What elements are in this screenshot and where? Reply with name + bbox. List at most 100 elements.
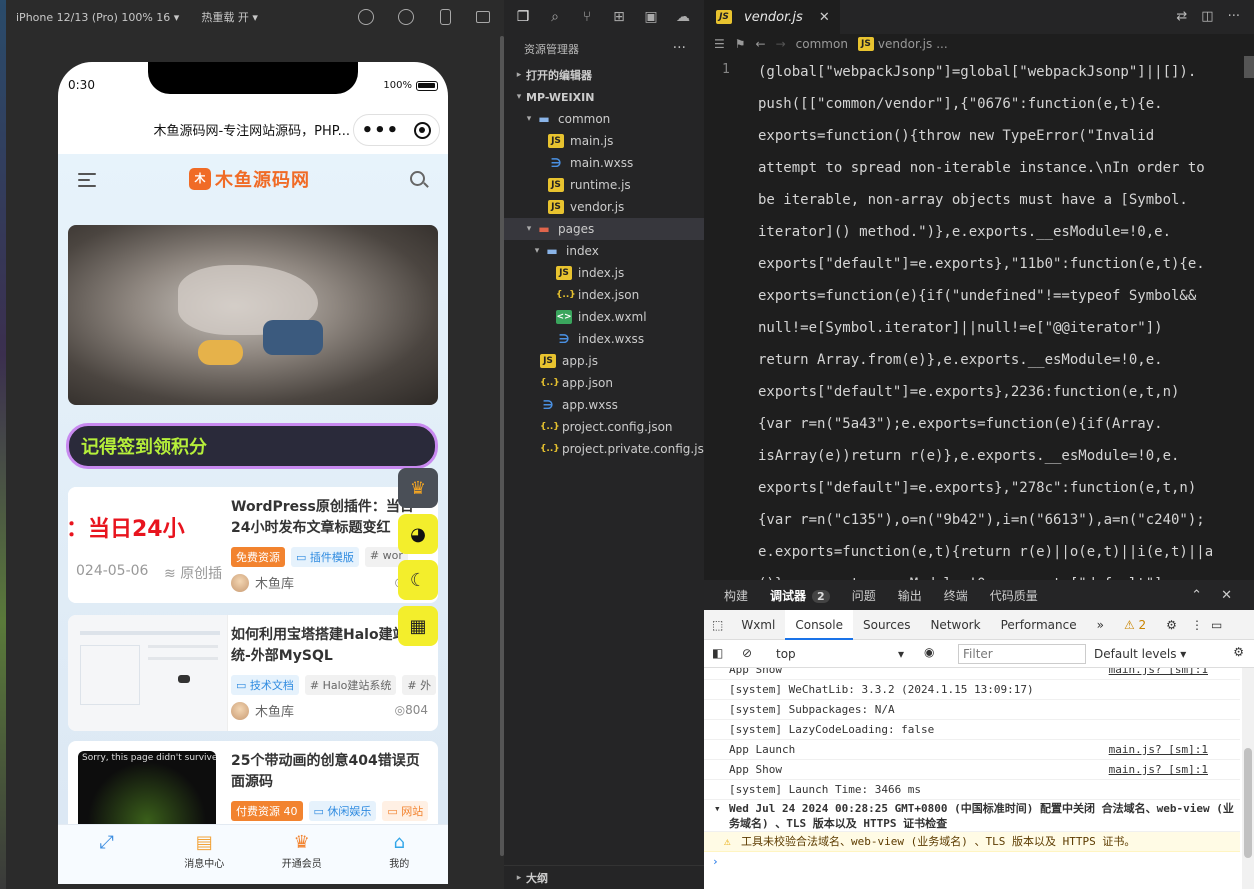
- breadcrumb-file[interactable]: vendor.js: [878, 37, 932, 51]
- search-icon[interactable]: ⌕: [546, 9, 564, 25]
- phone-icon[interactable]: [440, 9, 451, 25]
- close-panel-icon[interactable]: ✕: [1221, 588, 1232, 603]
- explorer-icon[interactable]: ❐: [514, 9, 532, 25]
- tree-file[interactable]: ∋ main.wxss: [504, 152, 704, 174]
- tab-code-quality[interactable]: 代码质量: [990, 587, 1038, 604]
- tab-problems[interactable]: 问题: [852, 587, 876, 604]
- source-link[interactable]: main.js? [sm]:1: [1109, 668, 1208, 675]
- extensions-icon[interactable]: ⊞: [610, 9, 628, 25]
- window-icon[interactable]: [476, 11, 490, 23]
- dock-icon[interactable]: ▭: [1207, 610, 1226, 640]
- inspect-element-icon[interactable]: ⬚: [704, 610, 731, 640]
- tree-file[interactable]: JS vendor.js: [504, 196, 704, 218]
- tab-share[interactable]: ⤢: [72, 831, 142, 855]
- post-card[interactable]: 如何利用宝塔搭建Halo建站系统-外部MySQL ▭ 技术文档 # Halo建站…: [68, 615, 438, 731]
- back-icon[interactable]: ←: [756, 37, 766, 51]
- source-link[interactable]: main.js? [sm]:1: [1109, 740, 1208, 760]
- source-control-icon[interactable]: ⑂: [578, 9, 596, 25]
- console-filter-input[interactable]: Filter: [958, 644, 1086, 664]
- refresh-icon[interactable]: [358, 9, 374, 25]
- breadcrumb-more[interactable]: ...: [936, 37, 947, 51]
- qrcode-icon[interactable]: ▦: [398, 606, 438, 646]
- post-author[interactable]: 木鱼库: [231, 573, 294, 592]
- sidebar-toggle-icon[interactable]: ◧: [712, 646, 723, 660]
- tab-sources[interactable]: Sources: [853, 610, 920, 640]
- project-section[interactable]: ▾ MP-WEIXIN: [504, 86, 704, 108]
- tab-mine[interactable]: ⌂ 我的: [364, 831, 434, 870]
- editor-scrollbar[interactable]: [1244, 56, 1254, 78]
- tab-vendor-js[interactable]: JS vendor.js ✕: [704, 0, 840, 34]
- tab-messages[interactable]: ▤ 消息中心: [169, 831, 239, 870]
- post-author[interactable]: 木鱼库: [231, 701, 294, 720]
- split-editor-icon[interactable]: ◫: [1201, 9, 1213, 24]
- device-selector[interactable]: iPhone 12/13 (Pro) 100% 16 ▾: [16, 11, 179, 24]
- outline-section[interactable]: ▸ 大纲: [504, 865, 704, 889]
- tab-build[interactable]: 构建: [724, 587, 748, 604]
- vip-crown-icon[interactable]: ♛: [398, 468, 438, 508]
- bookmark-icon[interactable]: ⚑: [735, 37, 746, 51]
- post-card[interactable]: ：当日24小 024-05-06 ≋ 原创插 WordPress原创插件：当日2…: [68, 487, 438, 603]
- tab-debugger[interactable]: 调试器 2: [770, 587, 830, 604]
- tag-category[interactable]: ▭ 网站: [382, 801, 429, 821]
- close-tab-icon[interactable]: ✕: [819, 10, 830, 25]
- tab-console[interactable]: Console: [785, 609, 853, 640]
- debug-icon[interactable]: ▣: [642, 9, 660, 25]
- tree-file[interactable]: {..} project.config.json: [504, 416, 704, 438]
- tree-folder-common[interactable]: ▾ ▬ common: [504, 108, 704, 130]
- tab-terminal[interactable]: 终端: [944, 587, 968, 604]
- tree-file[interactable]: JS runtime.js: [504, 174, 704, 196]
- site-logo[interactable]: 木 木鱼源码网: [189, 166, 310, 192]
- source-link[interactable]: main.js? [sm]:1: [1109, 760, 1208, 780]
- tab-wxml[interactable]: Wxml: [731, 610, 785, 640]
- more-options-icon[interactable]: ⋮: [1187, 610, 1207, 640]
- tag-paid[interactable]: 付费资源 40: [231, 801, 303, 821]
- context-selector[interactable]: top ▾: [770, 644, 910, 664]
- tree-folder-pages[interactable]: ▾ ▬ pages: [504, 218, 704, 240]
- console-prompt[interactable]: ›: [704, 852, 1240, 872]
- expand-triangle-icon[interactable]: ▾: [714, 801, 721, 816]
- close-miniapp-icon[interactable]: [414, 121, 432, 139]
- hamburger-menu-icon[interactable]: [78, 173, 96, 187]
- qq-icon[interactable]: ◕: [398, 514, 438, 554]
- signin-banner[interactable]: 记得签到领积分: [66, 423, 438, 469]
- tree-file[interactable]: <> index.wxml: [504, 306, 704, 328]
- clear-console-icon[interactable]: ⊘: [742, 646, 752, 660]
- tree-file[interactable]: JS index.js: [504, 262, 704, 284]
- tag-category[interactable]: ▭ 插件模版: [291, 547, 359, 567]
- tag-keyword[interactable]: # 外: [402, 675, 436, 695]
- compare-icon[interactable]: ⇄: [1176, 9, 1187, 24]
- more-dots-icon[interactable]: •••: [362, 120, 400, 141]
- tag-keyword[interactable]: # Halo建站系统: [304, 675, 397, 695]
- more-actions-icon[interactable]: ···: [673, 40, 686, 56]
- tree-file[interactable]: ∋ index.wxss: [504, 328, 704, 350]
- collapse-panel-icon[interactable]: ⌃: [1191, 588, 1202, 603]
- eye-icon[interactable]: ◉: [924, 645, 934, 659]
- tree-file[interactable]: {..} project.private.config.js...: [504, 438, 715, 460]
- log-levels-dropdown[interactable]: Default levels ▾: [1094, 644, 1204, 664]
- tab-network[interactable]: Network: [920, 610, 990, 640]
- post-title[interactable]: 25个带动画的创意404错误页面源码: [231, 751, 431, 793]
- tree-file[interactable]: {..} app.json: [504, 372, 704, 394]
- tree-folder-index[interactable]: ▾ ▬ index: [504, 240, 704, 262]
- forward-icon[interactable]: →: [776, 37, 786, 51]
- console-settings-icon[interactable]: ⚙: [1233, 645, 1244, 659]
- console-scrollbar[interactable]: [1242, 668, 1254, 889]
- more-actions-icon[interactable]: ···: [1228, 9, 1240, 24]
- tab-vip[interactable]: ♛ 开通会员: [267, 831, 337, 870]
- tag-free[interactable]: 免费资源: [231, 547, 285, 567]
- open-editors-section[interactable]: ▸ 打开的编辑器: [504, 64, 704, 86]
- settings-icon[interactable]: ⚙: [1156, 610, 1187, 640]
- breadcrumb-common[interactable]: common: [796, 37, 848, 51]
- dark-mode-icon[interactable]: ☾: [398, 560, 438, 600]
- stop-icon[interactable]: [398, 9, 414, 25]
- code-text[interactable]: (global["webpackJsonp"]=global["webpackJ…: [758, 56, 1238, 580]
- hot-reload-toggle[interactable]: 热重载 开 ▾: [201, 9, 258, 25]
- more-tabs[interactable]: »: [1087, 610, 1114, 640]
- tab-output[interactable]: 输出: [898, 587, 922, 604]
- tag-category[interactable]: ▭ 技术文档: [231, 675, 299, 695]
- console-output[interactable]: App Show main.js? [sm]:1 [system] WeChatL…: [704, 668, 1240, 889]
- tree-file[interactable]: JS app.js: [504, 350, 704, 372]
- tag-category[interactable]: ▭ 休闲娱乐: [308, 801, 377, 821]
- search-icon[interactable]: [410, 171, 425, 186]
- list-icon[interactable]: ☰: [714, 37, 725, 51]
